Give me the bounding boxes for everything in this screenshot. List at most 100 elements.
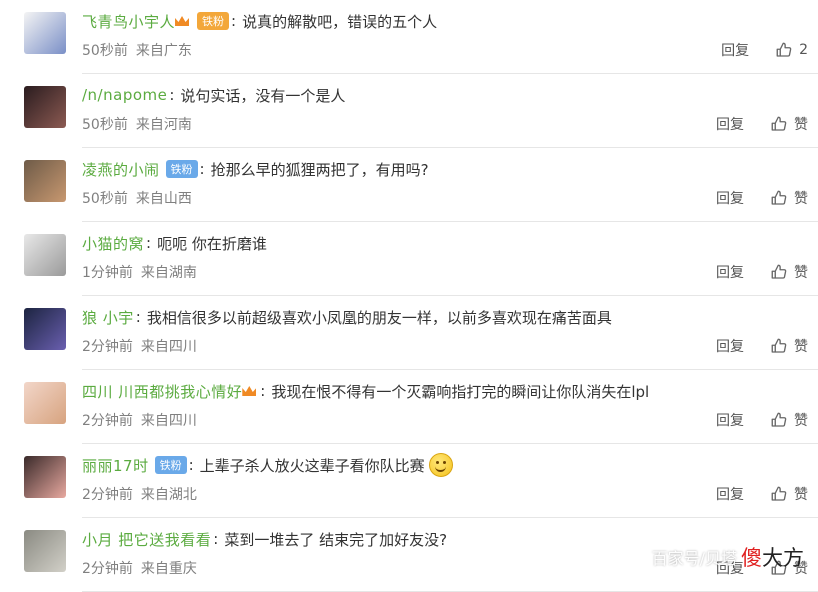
like-button[interactable]: 2: [775, 41, 808, 59]
fan-badge: 铁粉: [197, 12, 230, 30]
thumbs-up-icon: [775, 41, 799, 59]
like-button[interactable]: 赞: [770, 484, 808, 504]
avatar[interactable]: [24, 456, 66, 498]
watermark: 百家号/贝塔 傻大方: [652, 542, 804, 572]
username-link[interactable]: 小月 把它送我看看: [82, 529, 211, 550]
crown-icon: [242, 386, 257, 396]
colon: :: [188, 456, 194, 474]
like-button[interactable]: 赞: [770, 262, 808, 282]
comment-meta: 2分钟前 来自湖北: [82, 484, 197, 504]
comment-line: 狼 小宇: 我相信很多以前超级喜欢小凤凰的朋友一样，以前多喜欢现在痛苦面具: [82, 306, 612, 328]
avatar[interactable]: [24, 530, 66, 572]
comment-item: 狼 小宇: 我相信很多以前超级喜欢小凤凰的朋友一样，以前多喜欢现在痛苦面具 2分钟前…: [0, 296, 818, 370]
thumbs-up-icon: [770, 115, 794, 133]
comment-item: 小猫的窝: 呃呃 你在折磨谁 1分钟前 来自湖南 回复 赞: [0, 222, 818, 296]
comment-actions: 回复 赞: [716, 114, 808, 134]
like-button[interactable]: 赞: [770, 410, 808, 430]
thumbs-up-icon: [770, 337, 794, 355]
username-link[interactable]: 小猫的窝: [82, 233, 144, 254]
comment-line: /n/napome: 说句实话，没有一个是人: [82, 84, 345, 106]
reply-button[interactable]: 回复: [721, 40, 749, 60]
comment-meta: 1分钟前 来自湖南: [82, 262, 197, 282]
comment-location: 来自河南: [135, 117, 192, 133]
like-count: 赞: [794, 339, 808, 355]
fan-badge: 铁粉: [154, 456, 187, 474]
comment-meta: 50秒前 来自河南: [82, 114, 192, 134]
colon: :: [146, 234, 152, 252]
username-link[interactable]: /n/napome: [82, 86, 167, 104]
comment-location: 来自湖北: [140, 487, 197, 503]
avatar[interactable]: [24, 160, 66, 202]
comment-meta: 2分钟前 来自重庆: [82, 558, 197, 578]
like-count: 赞: [794, 265, 808, 281]
thumbs-up-icon: [770, 411, 794, 429]
watermark-source: 百家号/贝塔: [651, 549, 737, 568]
avatar[interactable]: [24, 86, 66, 128]
reply-button[interactable]: 回复: [716, 262, 744, 282]
comment-actions: 回复 2: [721, 40, 808, 60]
colon: :: [231, 12, 237, 30]
comment-time: 50秒前: [82, 43, 128, 59]
colon: :: [169, 86, 175, 104]
reply-button[interactable]: 回复: [716, 336, 744, 356]
avatar[interactable]: [24, 234, 66, 276]
comment-meta: 2分钟前 来自四川: [82, 410, 197, 430]
comment-actions: 回复 赞: [716, 188, 808, 208]
colon: :: [260, 382, 266, 400]
comment-text: 上辈子杀人放火这辈子看你队比赛: [199, 456, 425, 475]
comment-text: 菜到一堆去了 结束完了加好友没?: [224, 530, 448, 549]
comment-line: 小月 把它送我看看: 菜到一堆去了 结束完了加好友没?: [82, 528, 447, 550]
avatar[interactable]: [24, 308, 66, 350]
comment-text: 我现在恨不得有一个灭霸响指打完的瞬间让你队消失在lpl: [271, 382, 650, 401]
username-link[interactable]: 丽丽17时: [82, 455, 149, 476]
username-link[interactable]: 四川 川西都挑我心情好: [82, 381, 242, 402]
comment-actions: 回复 赞: [716, 484, 808, 504]
comment-line: 四川 川西都挑我心情好: 我现在恨不得有一个灭霸响指打完的瞬间让你队消失在lpl: [82, 380, 649, 402]
comment-time: 2分钟前: [82, 487, 133, 503]
comment-text: 我相信很多以前超级喜欢小凤凰的朋友一样，以前多喜欢现在痛苦面具: [146, 308, 612, 327]
comment-location: 来自湖南: [140, 265, 197, 281]
comment-time: 50秒前: [82, 191, 128, 207]
avatar[interactable]: [24, 382, 66, 424]
reply-button[interactable]: 回复: [716, 410, 744, 430]
comment-meta: 50秒前 来自山西: [82, 188, 192, 208]
comment-time: 1分钟前: [82, 265, 133, 281]
comment-actions: 回复 赞: [716, 336, 808, 356]
like-count: 赞: [794, 117, 808, 133]
colon: :: [213, 530, 219, 548]
like-button[interactable]: 赞: [770, 114, 808, 134]
reply-button[interactable]: 回复: [716, 114, 744, 134]
reply-button[interactable]: 回复: [716, 188, 744, 208]
username-link[interactable]: 凌燕的小闹: [82, 159, 160, 180]
colon: :: [135, 308, 141, 326]
comment-location: 来自四川: [140, 339, 197, 355]
comment-actions: 回复 赞: [716, 410, 808, 430]
comment-meta: 50秒前 来自广东: [82, 40, 192, 60]
reply-button[interactable]: 回复: [716, 484, 744, 504]
avatar[interactable]: [24, 12, 66, 54]
username-link[interactable]: 狼 小宇: [82, 307, 134, 328]
comment-line: 凌燕的小闹 铁粉: 抢那么早的狐狸两把了，有用吗?: [82, 158, 429, 180]
like-count: 2: [799, 42, 808, 58]
comment-line: 小猫的窝: 呃呃 你在折磨谁: [82, 232, 267, 254]
comment-location: 来自四川: [140, 413, 197, 429]
comment-item: 凌燕的小闹 铁粉: 抢那么早的狐狸两把了，有用吗? 50秒前 来自山西 回复 赞: [0, 148, 818, 222]
smile-emoji-icon: [428, 453, 453, 477]
comment-time: 50秒前: [82, 117, 128, 133]
like-button[interactable]: 赞: [770, 188, 808, 208]
like-count: 赞: [794, 487, 808, 503]
like-count: 赞: [794, 413, 808, 429]
thumbs-up-icon: [770, 485, 794, 503]
comment-time: 2分钟前: [82, 561, 133, 577]
like-button[interactable]: 赞: [770, 336, 808, 356]
username-link[interactable]: 飞青鸟小宇人: [82, 11, 175, 32]
comment-text: 抢那么早的狐狸两把了，有用吗?: [210, 160, 429, 179]
comment-line: 飞青鸟小宇人 铁粉: 说真的解散吧，错误的五个人: [82, 10, 437, 32]
comment-location: 来自山西: [135, 191, 192, 207]
like-count: 赞: [794, 191, 808, 207]
watermark-brand: 傻大方: [741, 546, 804, 570]
comment-item: /n/napome: 说句实话，没有一个是人 50秒前 来自河南 回复 赞: [0, 74, 818, 148]
comment-location: 来自重庆: [140, 561, 197, 577]
comment-item: 四川 川西都挑我心情好: 我现在恨不得有一个灭霸响指打完的瞬间让你队消失在lpl 2…: [0, 370, 818, 444]
crown-icon: [175, 16, 190, 26]
